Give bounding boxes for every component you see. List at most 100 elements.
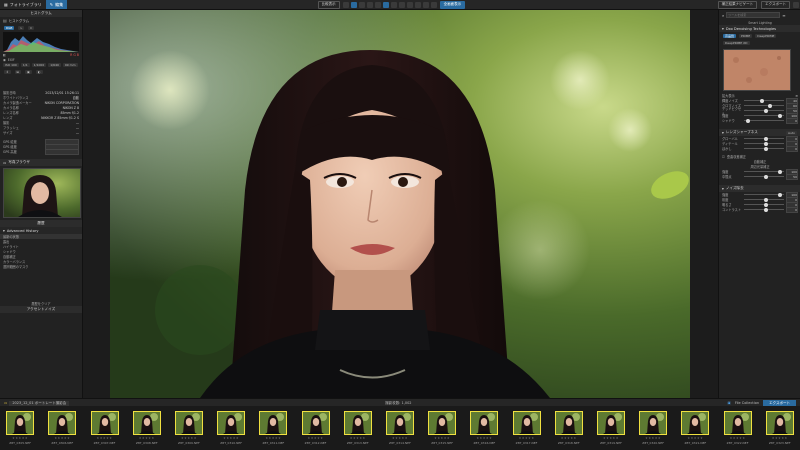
gps-alt-field[interactable]	[45, 148, 79, 155]
rating-stars[interactable]: ★★★★★	[139, 436, 155, 440]
eyedropper-icon[interactable]	[398, 1, 405, 8]
rotate-tool-icon[interactable]	[358, 1, 365, 8]
rating-stars[interactable]: ★★★★★	[476, 436, 492, 440]
thumbnail-image	[259, 411, 288, 435]
thumbnail-image	[512, 411, 541, 435]
undo-icon[interactable]	[422, 1, 429, 8]
compare-button[interactable]: 比較表示	[317, 0, 340, 9]
filmstrip-thumbnail[interactable]: ★★★★★ Z8T_0310.NEF	[211, 406, 251, 450]
rating-stars[interactable]: ★★★★★	[54, 436, 70, 440]
info-list: 撮影日時 2023/12/01 15:26:11 ホワイトバランス 自動 カメラ製造…	[0, 90, 82, 136]
filmstrip-thumbnail[interactable]: ★★★★★ Z8T_0323.NEF	[760, 406, 800, 450]
histogram-toggle-icon[interactable]	[406, 1, 413, 8]
navigate-button[interactable]: 補正結果ナビゲート	[717, 0, 758, 9]
tool-search-input[interactable]	[726, 12, 781, 18]
filmstrip-thumbnail[interactable]: ★★★★★ Z8T_0321.NEF	[675, 406, 715, 450]
tool-c-icon[interactable]: ▣	[25, 70, 32, 74]
mode-high-quality[interactable]: 高品質	[723, 34, 737, 38]
move-tool-icon[interactable]	[342, 1, 349, 8]
thumbnail-image	[470, 411, 499, 435]
slider-shadow[interactable]: シャドウ 0	[719, 117, 800, 124]
exif-shutter: 1/1000	[31, 63, 47, 67]
filmstrip-thumbnail[interactable]: ★★★★★ Z8T_0314.NEF	[380, 406, 420, 450]
rating-stars[interactable]: ★★★★★	[308, 436, 324, 440]
denoise-panel-header[interactable]: ▾ Dxo Denoising Technologies	[719, 25, 800, 32]
clip-shadow-icon[interactable]: ◧	[3, 53, 6, 57]
filmstrip-thumbnail[interactable]: ★★★★★ Z8T_0315.NEF	[422, 406, 462, 450]
filmstrip-thumbnail[interactable]: ★★★★★ Z8T_0307.NEF	[84, 406, 124, 450]
rating-stars[interactable]: ★★★★★	[223, 436, 239, 440]
rating-stars[interactable]: ★★★★★	[645, 436, 661, 440]
main-photo-viewer[interactable]	[110, 10, 690, 398]
filmstrip-thumbnail[interactable]: ★★★★★ Z8T_0306.NEF	[42, 406, 82, 450]
folder-icon[interactable]: ▭	[4, 401, 7, 405]
tool-b-icon[interactable]: ⊞	[14, 70, 22, 74]
tab-edit[interactable]: ✎ 編集	[45, 0, 68, 9]
fullscreen-button[interactable]: 全画面表示	[439, 0, 466, 9]
crop-tool-icon[interactable]	[350, 1, 357, 8]
tool-a-icon[interactable]: ↕	[4, 70, 11, 74]
tab-photo-library[interactable]: ▦ フォトライブラリ	[0, 0, 46, 9]
thumbnail-filename: Z8T_0323.NEF	[768, 441, 791, 445]
channel-chip[interactable]: C	[28, 26, 35, 30]
thumbnail-image	[174, 411, 203, 435]
filmstrip-thumbnail[interactable]: ★★★★★ Z8T_0312.NEF	[295, 406, 335, 450]
filmstrip-thumbnail[interactable]: ★★★★★ Z8T_0308.NEF	[127, 406, 167, 450]
filmstrip-thumbnail[interactable]: ★★★★★ Z8T_0305.NEF	[0, 406, 40, 450]
export-top-button[interactable]: エクスポート	[761, 0, 791, 9]
repair-tool-icon[interactable]	[374, 1, 381, 8]
filmstrip-thumbnail[interactable]: ★★★★★ Z8T_0319.NEF	[591, 406, 631, 450]
mode-prime[interactable]: PRIME	[739, 34, 753, 38]
rating-stars[interactable]: ★★★★★	[519, 436, 535, 440]
rating-stars[interactable]: ★★★★★	[561, 436, 577, 440]
thumbnail-filename: Z8T_0315.NEF	[431, 441, 453, 445]
slider-blur[interactable]: ぼかし 0	[719, 145, 800, 152]
luminance-chip[interactable]: L	[18, 26, 25, 30]
loupe-icon[interactable]	[414, 1, 421, 8]
rating-stars[interactable]: ★★★★★	[603, 436, 619, 440]
perspective-tool-icon[interactable]	[366, 1, 373, 8]
filmstrip-thumbnail[interactable]: ★★★★★ Z8T_0316.NEF	[464, 406, 504, 450]
filmstrip-thumbnail[interactable]: ★★★★★ Z8T_0309.NEF	[169, 406, 209, 450]
rating-stars[interactable]: ★★★★★	[265, 436, 281, 440]
rating-stars[interactable]: ★★★★★	[181, 436, 197, 440]
rgb-chip[interactable]: RGB	[4, 26, 15, 30]
redo-icon[interactable]	[430, 1, 437, 8]
history-section: ▾ Advanced History	[0, 227, 82, 234]
mode-deepprime-xd[interactable]: DeepPRIME XD	[723, 41, 750, 45]
local-adjust-icon[interactable]	[382, 1, 389, 8]
denoise-sliders: 輝度ノイズ 40 クロマノイズ 60 デッドピクセル 50 強度 100 シャドウ 0	[719, 97, 800, 124]
slider-midpoint[interactable]: 中間点 50	[719, 173, 800, 180]
thumbnail-filename: Z8T_0320.NEF	[642, 441, 665, 445]
tool-d-icon[interactable]: ◐	[35, 70, 43, 74]
rating-stars[interactable]: ★★★★★	[97, 436, 113, 440]
rating-stars[interactable]: ★★★★★	[687, 436, 703, 440]
rating-stars[interactable]: ★★★★★	[350, 436, 366, 440]
filmstrip-thumbnail[interactable]: ★★★★★ Z8T_0322.NEF	[717, 406, 757, 450]
filmstrip-thumbnail[interactable]: ★★★★★ Z8T_0317.NEF	[506, 406, 546, 450]
slider-nr-contrast[interactable]: コントラスト 0	[719, 206, 800, 213]
thumbnail-filename: Z8T_0322.NEF	[726, 441, 749, 445]
filmstrip-thumbnail[interactable]: ★★★★★ Z8T_0311.NEF	[253, 406, 293, 450]
rating-stars[interactable]: ★★★★★	[772, 436, 788, 440]
rating-stars[interactable]: ★★★★★	[434, 436, 450, 440]
mode-deepprime[interactable]: DeepPRIME	[755, 34, 777, 38]
mask-tool-icon[interactable]	[390, 1, 397, 8]
filmstrip-thumbnail[interactable]: ★★★★★ Z8T_0313.NEF	[338, 406, 378, 450]
rating-stars[interactable]: ★★★★★	[730, 436, 746, 440]
auto-badge[interactable]: Auto	[786, 130, 797, 135]
denoise-preview[interactable]	[723, 49, 791, 91]
exif-focal: 99 mm	[62, 63, 78, 67]
rating-stars[interactable]: ★★★★★	[392, 436, 408, 440]
thumbnail-filename: Z8T_0318.NEF	[557, 441, 580, 445]
filmstrip-thumbnail[interactable]: ★★★★★ Z8T_0318.NEF	[549, 406, 589, 450]
filmstrip-path[interactable]: 2023_12_01 ポートレート撮影会	[9, 400, 70, 406]
settings-icon[interactable]	[793, 1, 800, 8]
filter-icon[interactable]: ≡	[782, 13, 785, 18]
rating-stars[interactable]: ★★★★★	[12, 436, 28, 440]
file-collection-link[interactable]: File Collection	[735, 401, 759, 405]
checkbox-icon[interactable]: ☑	[722, 155, 725, 159]
filmstrip-thumbnail[interactable]: ★★★★★ Z8T_0320.NEF	[633, 406, 673, 450]
preview-thumbnail[interactable]	[3, 168, 81, 218]
chevron-down-icon: ▾	[722, 186, 724, 191]
